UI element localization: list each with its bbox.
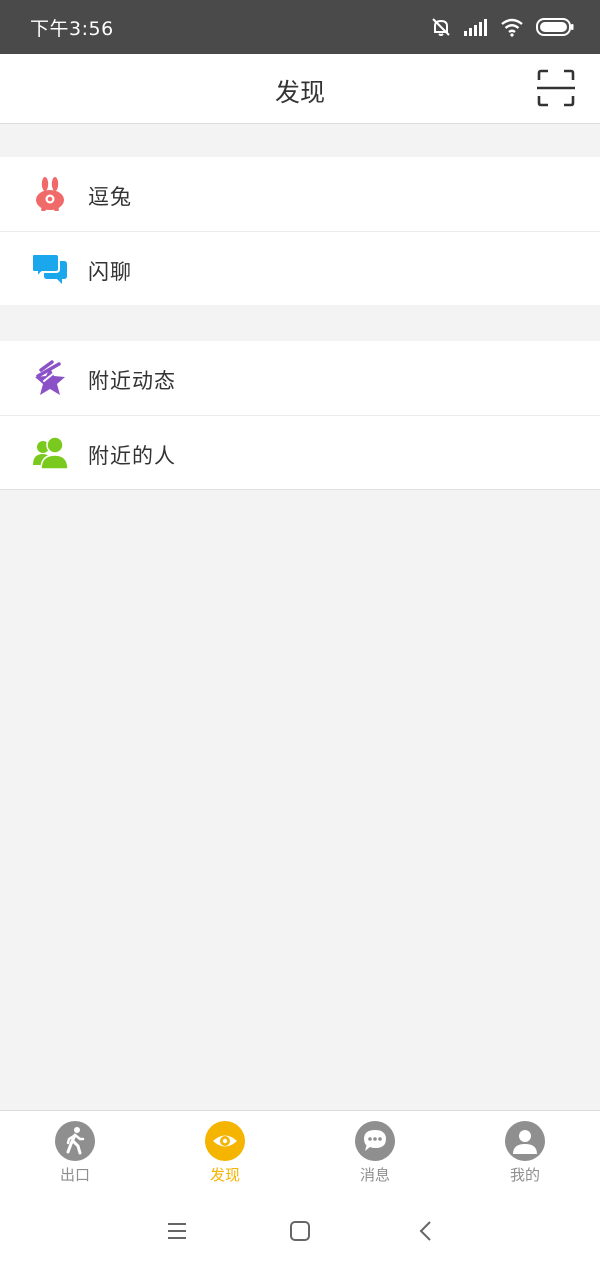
battery-icon [536,17,574,37]
home-icon[interactable] [288,1219,312,1243]
system-nav-bar [0,1195,600,1267]
list-item-shanliao[interactable]: 闪聊 [0,231,600,305]
rabbit-icon [32,176,68,212]
list-item-label: 闪聊 [88,260,132,284]
discover-group-2: 附近动态 附近的人 [0,341,600,490]
profile-icon [505,1121,545,1161]
message-icon [355,1121,395,1161]
page-title: 发现 [274,78,325,107]
tab-label: 我的 [509,1166,540,1184]
menu-icon[interactable] [165,1219,189,1243]
tab-messages[interactable]: 消息 [300,1111,450,1196]
tab-label: 发现 [209,1166,240,1184]
status-bar: 下午3:56 [0,0,600,54]
tab-mine[interactable]: 我的 [450,1111,600,1196]
wifi-icon [500,17,524,37]
chat-bubbles-icon [31,251,68,287]
header: 发现 [0,54,600,124]
tab-label: 出口 [59,1166,90,1184]
list-item-label: 附近的人 [88,444,176,468]
mute-bell-icon [430,16,452,38]
tab-discover[interactable]: 发现 [150,1111,300,1196]
star-icon [32,360,68,396]
scan-icon [537,69,575,107]
tab-label: 消息 [359,1166,390,1184]
tab-exit[interactable]: 出口 [0,1111,150,1196]
people-icon [32,435,69,471]
list-item-label: 逗兔 [88,185,132,209]
status-time: 下午3:56 [30,18,114,40]
list-item-label: 附近动态 [88,369,176,393]
discover-group-1: 逗兔 闪聊 [0,157,600,305]
list-item-doutu[interactable]: 逗兔 [0,157,600,231]
status-icons [430,14,574,40]
bottom-tab-bar: 出口 发现 消息 我的 [0,1110,600,1195]
list-item-nearby-people[interactable]: 附近的人 [0,415,600,489]
list-item-nearby-moments[interactable]: 附近动态 [0,341,600,415]
signal-icon [464,18,488,36]
back-icon[interactable] [414,1219,438,1243]
scan-button[interactable] [536,68,576,108]
eye-icon [205,1121,245,1161]
walking-person-icon [55,1121,95,1161]
